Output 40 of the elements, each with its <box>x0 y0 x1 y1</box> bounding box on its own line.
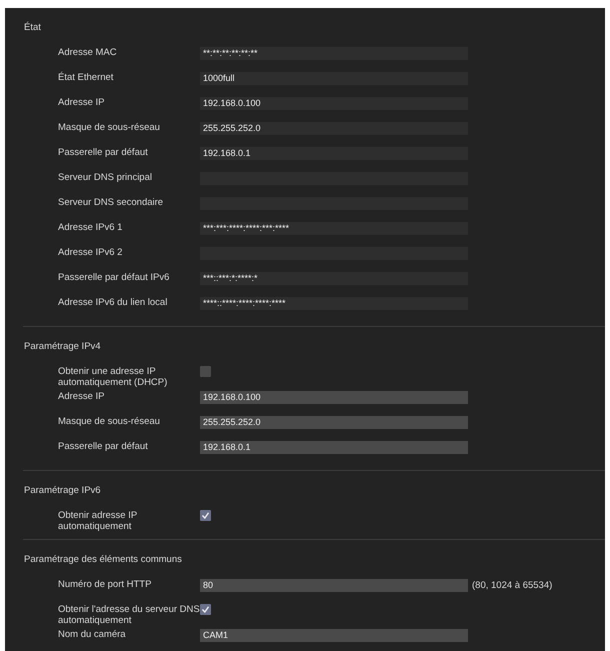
section-heading: État <box>24 22 42 34</box>
checkbox-label: Obtenir l'adresse du serveur DNS automatiquement <box>58 604 200 626</box>
field-label: Serveur DNS principal <box>58 172 153 183</box>
checkbox[interactable] <box>200 366 211 377</box>
value-field: 255.255.252.0 <box>200 122 468 135</box>
field-label: Nom du caméra <box>58 629 127 640</box>
section-heading: Paramétrage IPv4 <box>24 341 102 353</box>
checkbox[interactable] <box>200 604 211 615</box>
value-field: 192.168.0.1 <box>200 147 468 160</box>
field-label: Serveur DNS secondaire <box>58 197 164 208</box>
section-heading: Paramétrage IPv6 <box>24 485 102 497</box>
field-label: Adresse IP <box>58 391 106 402</box>
field-label: Passerelle par défaut IPv6 <box>58 272 170 283</box>
section-heading: Paramétrage des éléments communs <box>24 554 183 566</box>
input-field[interactable]: 192.168.0.1 <box>200 441 468 454</box>
field-label: Passerelle par défaut <box>58 147 149 158</box>
field-label: Adresse IPv6 du lien local <box>58 297 168 308</box>
field-label: Adresse IPv6 2 <box>58 247 124 258</box>
value-field: ****::****:****:****:**** <box>200 297 468 310</box>
value-field: ***:***:****:****:***:**** <box>200 222 468 235</box>
input-field[interactable]: 80 <box>200 579 468 592</box>
field-label: Adresse MAC <box>58 47 118 58</box>
value-field: 1000full <box>200 72 468 85</box>
field-label: Passerelle par défaut <box>58 441 149 452</box>
input-field[interactable]: CAM1 <box>200 629 468 642</box>
input-field[interactable]: 255.255.252.0 <box>200 416 468 429</box>
checkbox-label: Obtenir une adresse IP automatiquement (DHCP) <box>58 366 168 388</box>
field-label: Masque de sous-réseau <box>58 122 161 133</box>
value-field: ***::***:*:****:* <box>200 272 468 285</box>
range-hint: (80, 1024 à 65534) <box>472 579 552 592</box>
value-field: **:**:**:**:**:** <box>200 47 468 60</box>
field-label: Numéro de port HTTP <box>58 579 152 590</box>
checkbox[interactable] <box>200 510 211 521</box>
input-field[interactable]: 192.168.0.100 <box>200 391 468 404</box>
field-label: Adresse IPv6 1 <box>58 222 124 233</box>
field-label: Masque de sous-réseau <box>58 416 161 427</box>
checkbox-label: Obtenir adresse IP automatiquement <box>58 510 138 532</box>
field-label: Adresse IP <box>58 97 106 108</box>
field-label: État Ethernet <box>58 72 114 83</box>
value-field: 192.168.0.100 <box>200 97 468 110</box>
